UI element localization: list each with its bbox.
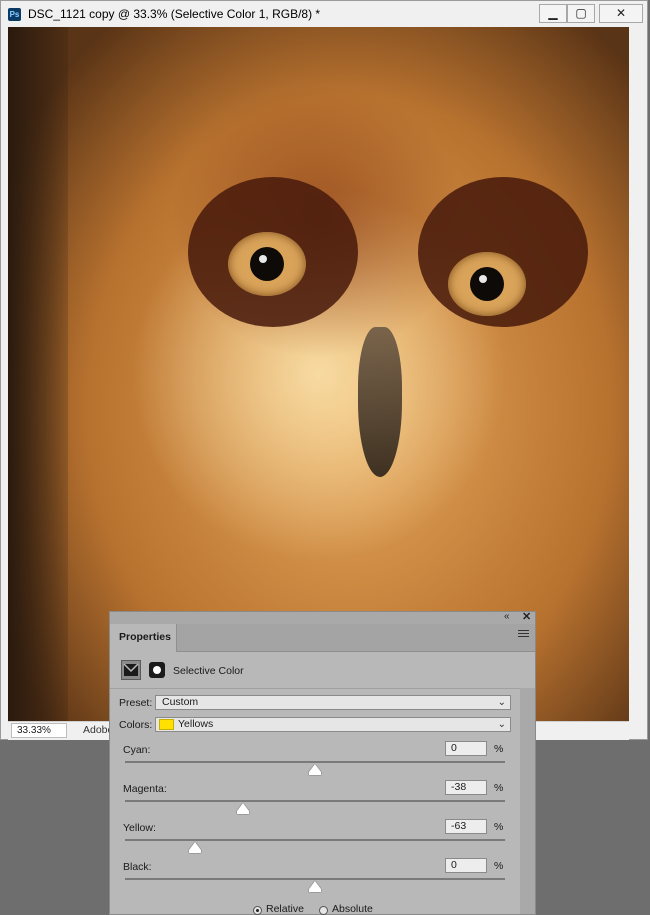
photoshop-app-icon: Ps <box>8 8 21 21</box>
panel-tab-strip: Properties <box>110 624 535 652</box>
chevron-down-icon: ⌄ <box>497 719 506 730</box>
absolute-radio[interactable] <box>319 906 328 915</box>
properties-panel: « ✕ Properties Selective Color Preset: C… <box>109 611 536 915</box>
preset-value: Custom <box>162 696 199 708</box>
colors-dropdown[interactable]: Yellows ⌄ <box>155 717 511 732</box>
selective-color-adjustment-icon[interactable] <box>121 660 141 680</box>
magenta-percent-unit: % <box>494 782 504 794</box>
colors-value: Yellows <box>178 718 214 730</box>
black-slider-thumb[interactable] <box>309 881 321 892</box>
cyan-slider-thumb[interactable] <box>309 764 321 775</box>
minimize-button[interactable]: ▁ <box>539 4 567 23</box>
magenta-slider-track[interactable] <box>125 800 505 802</box>
cyan-label: Cyan: <box>123 744 151 756</box>
tab-properties[interactable]: Properties <box>110 624 177 652</box>
maximize-button[interactable]: ▢ <box>567 4 595 23</box>
close-window-button[interactable]: ✕ <box>599 4 643 23</box>
relative-label[interactable]: Relative <box>266 903 304 915</box>
chevron-down-icon: ⌄ <box>497 697 506 708</box>
yellow-value-field[interactable]: -63 <box>445 819 487 834</box>
left-eye <box>228 232 306 296</box>
vertical-scrollbar[interactable] <box>629 27 647 721</box>
black-percent-unit: % <box>494 860 504 872</box>
black-value-field[interactable]: 0 <box>445 858 487 873</box>
cyan-percent-unit: % <box>494 743 504 755</box>
document-titlebar[interactable]: Ps DSC_1121 copy @ 33.3% (Selective Colo… <box>1 1 647 27</box>
panel-menu-icon[interactable] <box>518 630 529 639</box>
layer-mask-icon[interactable] <box>149 662 165 678</box>
black-label: Black: <box>123 861 152 873</box>
cyan-value-field[interactable]: 0 <box>445 741 487 756</box>
colors-label: Colors: <box>119 719 153 731</box>
yellow-label: Yellow: <box>123 822 156 834</box>
magenta-value-field[interactable]: -38 <box>445 780 487 795</box>
adjustment-name: Selective Color <box>173 665 244 677</box>
adjustment-header: Selective Color <box>110 652 535 689</box>
close-panel-icon[interactable]: ✕ <box>522 610 531 623</box>
black-slider-track[interactable] <box>125 878 505 880</box>
panel-scrollbar[interactable] <box>520 688 535 914</box>
relative-radio[interactable] <box>253 906 262 915</box>
panel-header-bar[interactable]: « ✕ <box>110 610 535 624</box>
yellow-slider-track[interactable] <box>125 839 505 841</box>
cyan-slider-track[interactable] <box>125 761 505 763</box>
yellow-slider-thumb[interactable] <box>189 842 202 853</box>
preset-dropdown[interactable]: Custom ⌄ <box>155 695 511 710</box>
collapse-panel-icon[interactable]: « <box>504 611 510 622</box>
zoom-level-field[interactable]: 33.33% <box>11 723 67 738</box>
document-title: DSC_1121 copy @ 33.3% (Selective Color 1… <box>28 7 321 21</box>
owl-beak <box>358 327 402 477</box>
yellow-percent-unit: % <box>494 821 504 833</box>
absolute-label[interactable]: Absolute <box>332 903 373 915</box>
color-swatch <box>159 719 174 730</box>
right-eye <box>448 252 526 316</box>
magenta-label: Magenta: <box>123 783 167 795</box>
preset-label: Preset: <box>119 697 153 709</box>
magenta-slider-thumb[interactable] <box>236 803 249 814</box>
